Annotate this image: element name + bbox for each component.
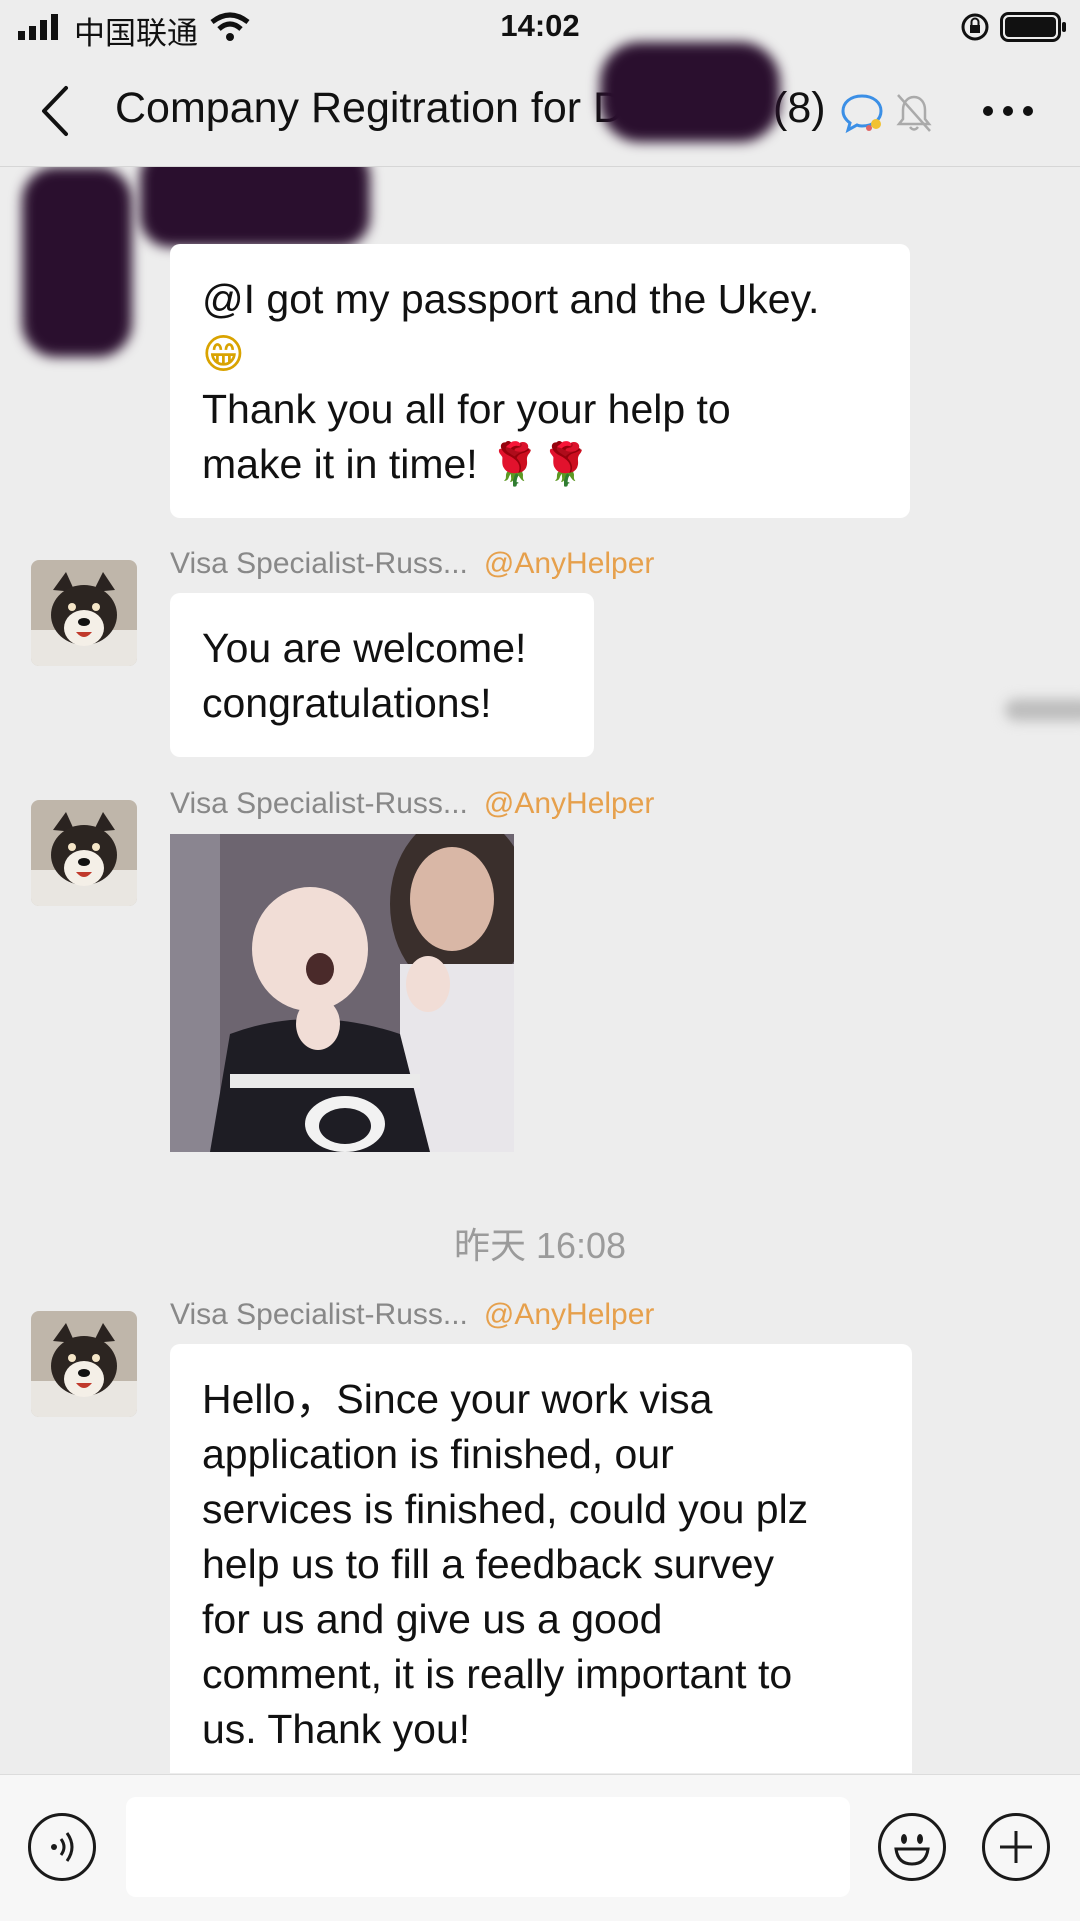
- message-list[interactable]: @I got my passport and the Ukey. 😁 Thank…: [0, 167, 1080, 1773]
- redaction-mark: [600, 42, 780, 142]
- voice-button[interactable]: [28, 1813, 96, 1881]
- message-text: comment, it is really important to: [202, 1651, 793, 1697]
- timestamp-divider: 昨天 16:08: [453, 1225, 627, 1266]
- sender-name-text: Visa Specialist-Russ...: [170, 787, 468, 820]
- status-time: 14:02: [500, 8, 580, 43]
- sender-name: Visa Specialist-Russ... @AnyHelper: [170, 547, 654, 581]
- emoji-icon: [894, 1834, 930, 1866]
- add-icon: [1000, 1831, 1032, 1863]
- message-bubble[interactable]: Hello，Since your work visa application i…: [170, 1344, 912, 1773]
- avatar[interactable]: [31, 800, 137, 906]
- message-text: help us to fill a feedback survey: [202, 1541, 775, 1587]
- gif-image-message[interactable]: [170, 834, 514, 1152]
- dog-avatar-icon: [31, 800, 137, 906]
- sender-mention[interactable]: @AnyHelper: [484, 787, 655, 820]
- dog-avatar-icon: [31, 1311, 137, 1417]
- back-chevron-icon[interactable]: [38, 84, 72, 138]
- avatar[interactable]: [31, 1311, 137, 1417]
- sender-mention[interactable]: @AnyHelper: [484, 1298, 655, 1331]
- voice-icon: [51, 1832, 74, 1862]
- redacted-sender-name: [140, 167, 370, 247]
- message-text: congratulations!: [202, 680, 492, 726]
- sender-mention[interactable]: @AnyHelper: [484, 547, 655, 580]
- message-input-bar: [0, 1774, 1080, 1921]
- message-text: make it in time! 🌹🌹: [202, 441, 592, 487]
- message-input[interactable]: [126, 1797, 850, 1897]
- message-emoji: 😁: [202, 330, 245, 378]
- chat-title-text: Company Regitration for D: [115, 84, 625, 132]
- message-text: application is finished, our: [202, 1431, 674, 1477]
- mute-bell-icon: [896, 94, 932, 132]
- message-bubble[interactable]: @I got my passport and the Ukey. 😁 Thank…: [170, 244, 910, 518]
- chat-header: Company Regitration for D (8): [0, 42, 1080, 167]
- chat-bubble-icon: [841, 94, 883, 134]
- member-count: (8): [773, 84, 826, 132]
- message-text: Thank you all for your help to: [202, 386, 731, 432]
- avatar[interactable]: [31, 560, 137, 666]
- dog-avatar-icon: [31, 560, 137, 666]
- rotation-lock-icon: [961, 13, 989, 41]
- status-bar: 中国联通 14:02: [0, 0, 1080, 56]
- more-icon[interactable]: [982, 104, 1034, 118]
- message-text: for us and give us a good: [202, 1596, 663, 1642]
- redaction-mark: [1005, 699, 1080, 721]
- emoji-button[interactable]: [878, 1813, 946, 1881]
- message-text: services is finished, could you plz: [202, 1486, 809, 1532]
- message-bubble[interactable]: You are welcome! congratulations!: [170, 593, 594, 757]
- message-text: Hello，Since your work visa: [202, 1376, 713, 1422]
- sender-name-text: Visa Specialist-Russ...: [170, 547, 468, 580]
- sender-name: Visa Specialist-Russ... @AnyHelper: [170, 1298, 654, 1332]
- message-text: You are welcome!: [202, 625, 527, 671]
- message-text: @I got my passport and the Ukey.: [202, 276, 820, 322]
- battery-icon: [1000, 12, 1066, 42]
- sender-name: Visa Specialist-Russ... @AnyHelper: [170, 787, 654, 821]
- add-button[interactable]: [982, 1813, 1050, 1881]
- cheering-baby-image: [170, 834, 514, 1152]
- sender-name-text: Visa Specialist-Russ...: [170, 1298, 468, 1331]
- redacted-avatar: [22, 167, 132, 357]
- message-text: us. Thank you!: [202, 1706, 471, 1752]
